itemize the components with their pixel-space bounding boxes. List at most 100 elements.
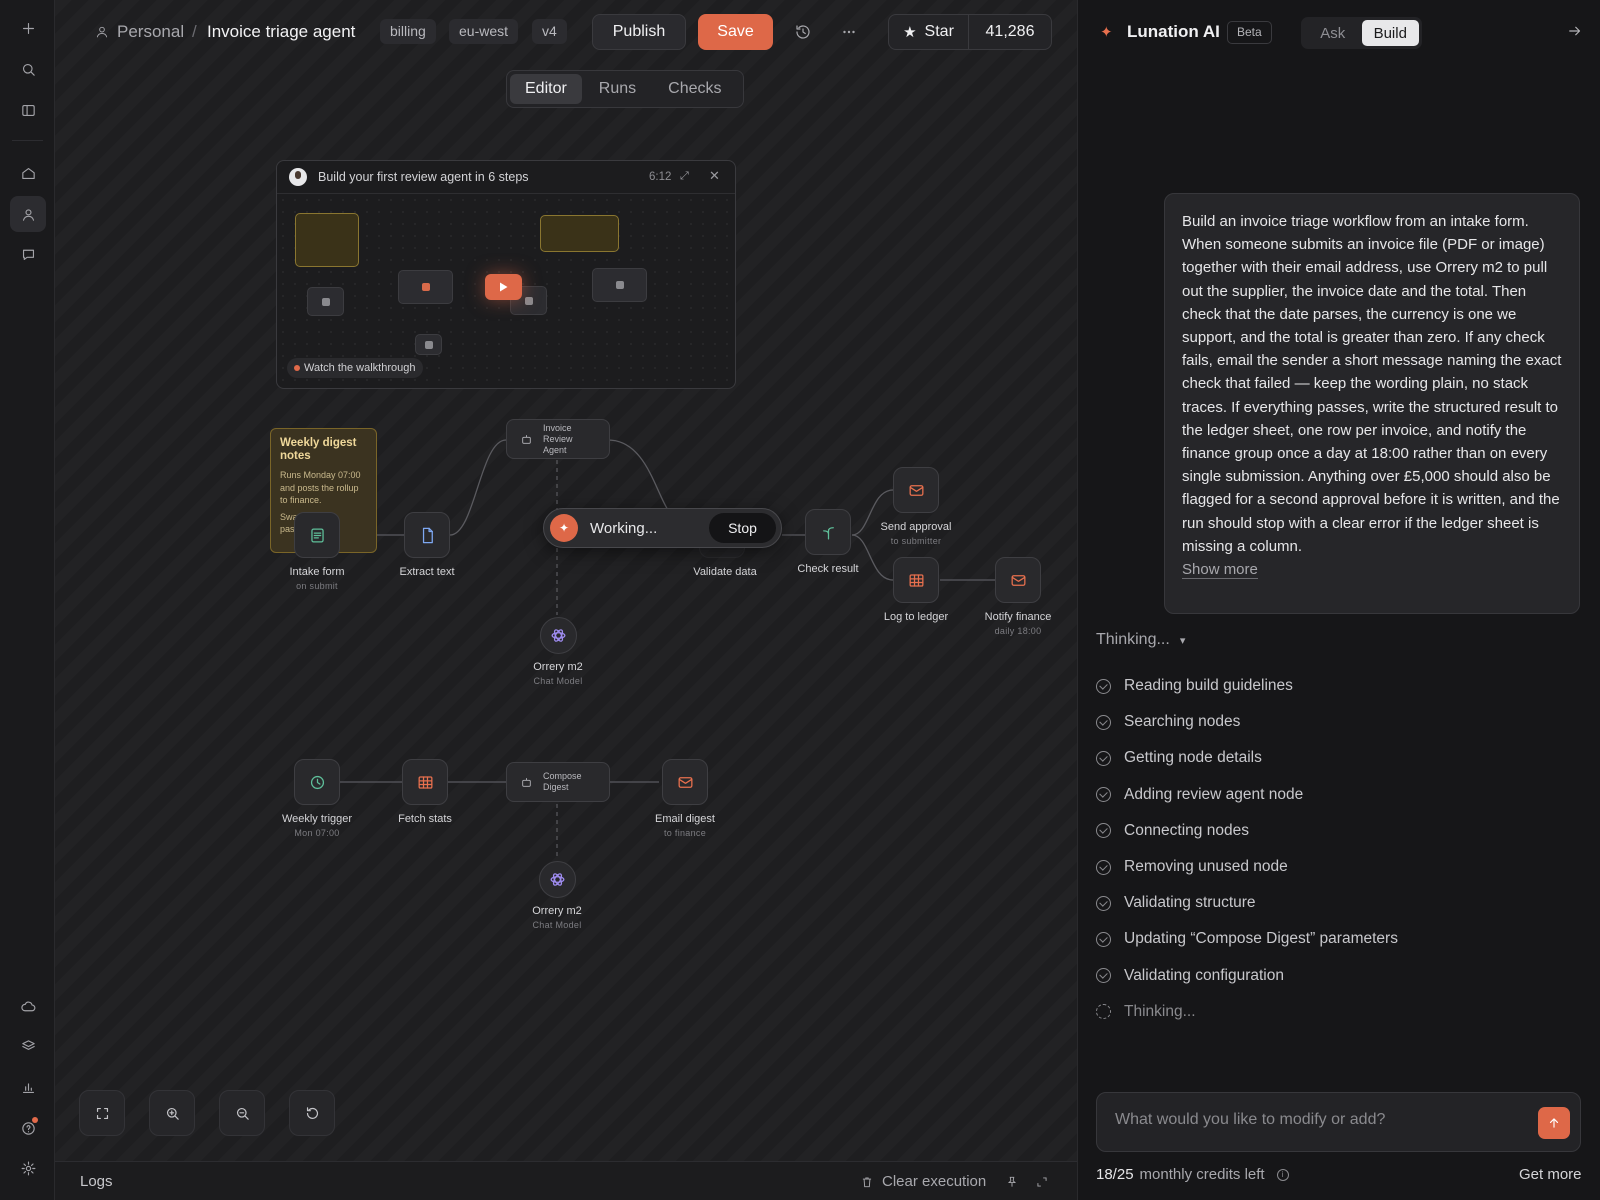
mode-build[interactable]: Build <box>1361 20 1419 46</box>
robot-icon <box>522 434 531 444</box>
list-item: Reading build guidelines <box>1096 668 1576 704</box>
pin-icon[interactable] <box>1005 1175 1019 1194</box>
walkthrough-duration: 6:12 <box>649 171 672 183</box>
zoom-in-button[interactable] <box>149 1090 195 1136</box>
play-button[interactable] <box>485 274 522 300</box>
node-send-approval[interactable] <box>893 467 939 513</box>
avatar <box>289 168 307 186</box>
preview-node <box>307 287 344 316</box>
workflow-canvas[interactable]: Personal / Invoice triage agent billing … <box>55 0 1077 1200</box>
get-more-link[interactable]: Get more <box>1519 1166 1582 1183</box>
expand-logs-icon[interactable] <box>1035 1175 1049 1194</box>
notification-dot <box>32 1117 38 1123</box>
list-item: Thinking... <box>1096 994 1576 1030</box>
logs-title[interactable]: Logs <box>80 1173 113 1190</box>
clear-execution-label: Clear execution <box>882 1173 987 1190</box>
home-icon[interactable] <box>10 155 46 191</box>
step-label: Getting node details <box>1124 749 1262 767</box>
sparkle-icon: ✦ <box>550 514 578 542</box>
node-check-result[interactable] <box>805 509 851 555</box>
preview-block <box>295 213 359 267</box>
node-label: Notify finance <box>984 611 1052 623</box>
node-label: Email digest <box>655 813 715 825</box>
node-weekly-trigger[interactable] <box>294 759 340 805</box>
node-model-2[interactable] <box>539 861 576 898</box>
node-intake-form[interactable] <box>294 512 340 558</box>
message-input[interactable] <box>1115 1111 1535 1129</box>
list-item: Validating configuration <box>1096 958 1576 994</box>
watch-walkthrough-label[interactable]: Watch the walkthrough <box>287 358 424 378</box>
walkthrough-title: Build your first review agent in 6 steps <box>318 170 529 184</box>
thinking-label: Thinking... <box>1096 631 1170 648</box>
spinner-icon <box>1096 1004 1111 1020</box>
reset-view-button[interactable] <box>289 1090 335 1136</box>
step-label: Thinking... <box>1124 1002 1196 1020</box>
list-item: Validating structure <box>1096 885 1576 921</box>
info-icon[interactable]: i <box>1276 1168 1289 1181</box>
search-icon[interactable] <box>10 51 46 87</box>
help-icon[interactable] <box>10 1110 46 1146</box>
clear-execution-button[interactable]: Clear execution <box>860 1173 986 1190</box>
node-notify-finance[interactable] <box>995 557 1041 603</box>
new-icon[interactable] <box>10 10 46 46</box>
node-label: Compose Digest <box>543 771 582 792</box>
user-prompt-text: Build an invoice triage workflow from an… <box>1182 213 1562 555</box>
node-label: Send approval <box>880 521 952 533</box>
node-label: Weekly trigger <box>281 813 353 825</box>
node-sublabel: to finance <box>663 828 707 838</box>
fit-view-button[interactable] <box>79 1090 125 1136</box>
node-log-ledger[interactable] <box>893 557 939 603</box>
send-button[interactable] <box>1538 1107 1570 1139</box>
settings-icon[interactable] <box>10 1150 46 1186</box>
video-preview: Watch the walkthrough <box>277 194 735 388</box>
cloud-icon[interactable] <box>10 988 46 1024</box>
personal-icon[interactable] <box>10 196 46 232</box>
node-sublabel: Mon 07:00 <box>294 828 340 838</box>
thinking-toggle[interactable]: Thinking... ▾ <box>1096 631 1185 649</box>
step-label: Searching nodes <box>1124 713 1241 731</box>
node-label: Validate data <box>693 566 757 578</box>
sticky-note-body: Runs Monday 07:00 and posts the rollup t… <box>280 470 361 505</box>
collapse-panel-icon[interactable] <box>1566 22 1584 45</box>
node-compose-digest[interactable]: Compose Digest <box>506 762 610 802</box>
node-fetch-stats[interactable] <box>402 759 448 805</box>
list-item: Getting node details <box>1096 740 1576 776</box>
step-label: Connecting nodes <box>1124 821 1249 839</box>
walkthrough-video[interactable]: Build your first review agent in 6 steps… <box>276 160 736 389</box>
sticky-note-title: Weekly digest notes <box>280 437 357 462</box>
credits-used: 18/25 <box>1096 1166 1134 1183</box>
sidebar-toggle-icon[interactable] <box>10 92 46 128</box>
node-extract-text[interactable] <box>404 512 450 558</box>
zoom-in-icon <box>166 1107 179 1120</box>
mode-ask[interactable]: Ask <box>1304 20 1362 46</box>
working-status: Working... <box>590 519 658 537</box>
list-item: Updating “Compose Digest” parameters <box>1096 921 1576 957</box>
expand-icon[interactable]: ⤢ <box>680 170 689 183</box>
layers-icon[interactable] <box>10 1028 46 1064</box>
chat-icon[interactable] <box>10 236 46 272</box>
mode-toggle: Ask Build <box>1301 17 1422 49</box>
fit-view-icon <box>96 1107 108 1119</box>
insights-icon[interactable] <box>10 1069 46 1105</box>
check-icon <box>1096 859 1111 875</box>
close-icon[interactable]: ✕ <box>709 168 720 184</box>
check-icon <box>1096 787 1111 803</box>
play-icon <box>500 282 508 292</box>
show-more-link[interactable]: Show more <box>1182 561 1258 580</box>
clock-icon <box>310 775 324 789</box>
node-model-1[interactable] <box>540 617 577 654</box>
robot-icon <box>522 777 531 787</box>
logs-bar[interactable]: Logs Clear execution <box>55 1161 1077 1200</box>
node-label: Fetch stats <box>398 813 452 825</box>
check-icon <box>1096 895 1111 911</box>
zoom-out-icon <box>236 1107 249 1120</box>
zoom-out-button[interactable] <box>219 1090 265 1136</box>
stop-button[interactable]: Stop <box>709 513 776 543</box>
node-sublabel: to submitter <box>890 536 942 546</box>
node-email-digest[interactable] <box>662 759 708 805</box>
working-indicator: ✦ Working... Stop <box>543 508 782 548</box>
node-review-agent[interactable]: Invoice Review Agent <box>506 419 610 459</box>
model-icon <box>550 873 565 886</box>
credits-info: 18/25 monthly credits left i <box>1096 1166 1289 1183</box>
check-icon <box>1096 968 1111 984</box>
